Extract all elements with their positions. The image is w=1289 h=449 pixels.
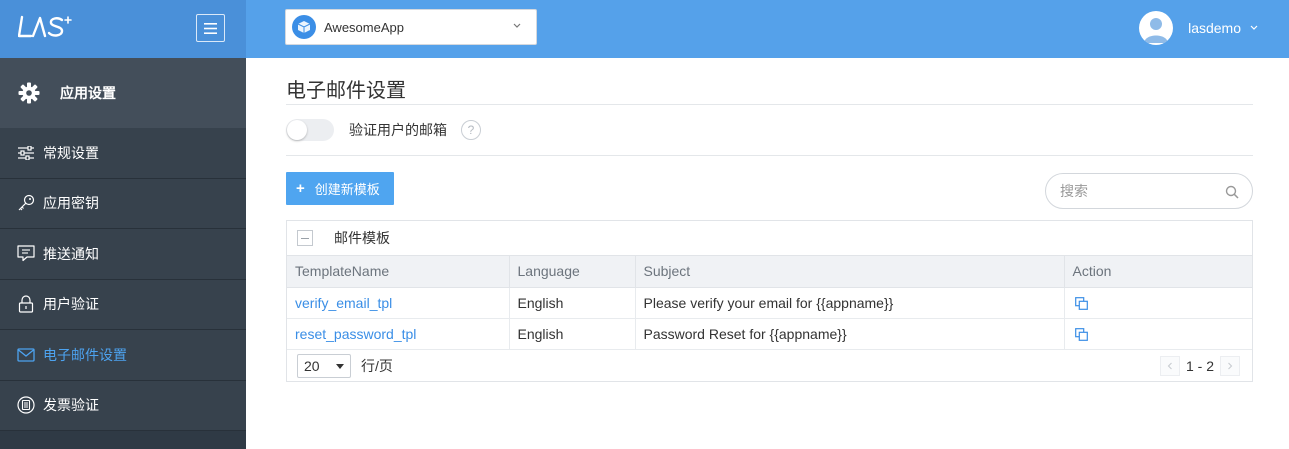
top-bar: AwesomeApp lasdemo bbox=[246, 0, 1289, 58]
sidebar-item-label: 常规设置 bbox=[43, 144, 99, 161]
username: lasdemo bbox=[1188, 20, 1241, 36]
subject-cell: Password Reset for {{appname}} bbox=[635, 318, 1065, 350]
plus-icon: + bbox=[296, 180, 305, 197]
sidebar-item-label: 推送通知 bbox=[43, 245, 99, 262]
mail-icon bbox=[16, 345, 35, 364]
template-table: TemplateName Language Subject Action ver… bbox=[287, 256, 1252, 350]
per-page-label: 行/页 bbox=[361, 358, 393, 374]
key-icon bbox=[16, 194, 35, 213]
create-template-button[interactable]: + 创建新模板 bbox=[286, 172, 394, 205]
sliders-icon bbox=[16, 143, 35, 162]
create-template-label: 创建新模板 bbox=[314, 182, 380, 197]
page-size-value: 20 bbox=[304, 358, 320, 374]
sidebar-item-label: 应用密钥 bbox=[43, 195, 99, 212]
language-cell: English bbox=[509, 318, 636, 350]
logo-area bbox=[0, 0, 246, 58]
receipt-icon bbox=[16, 396, 35, 415]
search-input[interactable] bbox=[1060, 183, 1220, 199]
sidebar-section-label: 应用设置 bbox=[60, 85, 116, 101]
sidebar-item-user-verification[interactable]: 用户验证 bbox=[0, 279, 246, 330]
copy-icon[interactable] bbox=[1074, 297, 1088, 311]
chevron-right-icon bbox=[1228, 362, 1233, 369]
caret-down-icon bbox=[336, 364, 344, 369]
template-table-panel: 邮件模板 TemplateName Language Subject Actio… bbox=[286, 220, 1253, 382]
divider bbox=[286, 155, 1253, 156]
column-header-language[interactable]: Language bbox=[509, 256, 636, 288]
prev-page-button[interactable] bbox=[1159, 355, 1180, 376]
sidebar-toggle-button[interactable] bbox=[196, 14, 225, 42]
pagination-bar: 20 行/页 1 - 2 bbox=[287, 350, 1252, 383]
template-name-link[interactable]: verify_email_tpl bbox=[295, 295, 392, 311]
toggle-knob bbox=[287, 120, 307, 140]
user-menu[interactable]: lasdemo bbox=[1139, 11, 1259, 45]
pager: 1 - 2 bbox=[1159, 355, 1240, 376]
page-title: 电子邮件设置 bbox=[286, 78, 406, 102]
column-header-template-name[interactable]: TemplateName bbox=[287, 256, 510, 288]
sidebar-item-invoice-verification[interactable]: 发票验证 bbox=[0, 380, 246, 431]
table-header-row: TemplateName Language Subject Action bbox=[287, 256, 1252, 288]
sidebar-item-email-settings[interactable]: 电子邮件设置 bbox=[0, 330, 246, 381]
message-icon bbox=[16, 244, 35, 263]
column-header-subject[interactable]: Subject bbox=[635, 256, 1065, 288]
chevron-left-icon bbox=[1167, 362, 1172, 369]
sidebar-item-label: 电子邮件设置 bbox=[43, 346, 127, 363]
sidebar-item-general[interactable]: 常规设置 bbox=[0, 128, 246, 179]
action-cell bbox=[1064, 318, 1252, 350]
chevron-down-icon bbox=[1250, 25, 1258, 30]
lock-icon bbox=[16, 295, 35, 314]
table-row: reset_password_tpl English Password Rese… bbox=[287, 318, 1252, 350]
template-name-link[interactable]: reset_password_tpl bbox=[295, 326, 416, 342]
chevron-down-icon bbox=[513, 23, 521, 28]
sidebar-section-header[interactable]: 应用设置 bbox=[0, 58, 246, 128]
selected-app-name: AwesomeApp bbox=[324, 19, 404, 35]
sidebar-item-label: 用户验证 bbox=[43, 296, 99, 313]
verify-email-setting: 验证用户的邮箱 ? bbox=[286, 119, 481, 141]
search-icon[interactable] bbox=[1225, 185, 1239, 199]
column-header-action: Action bbox=[1064, 256, 1252, 288]
language-cell: English bbox=[509, 287, 636, 319]
action-cell bbox=[1064, 287, 1252, 319]
divider bbox=[286, 104, 1253, 105]
subject-cell: Please verify your email for {{appname}} bbox=[635, 287, 1065, 319]
gear-icon bbox=[18, 82, 40, 104]
las-logo[interactable] bbox=[17, 14, 74, 43]
table-caption-title: 邮件模板 bbox=[334, 230, 390, 246]
hamburger-icon bbox=[204, 22, 217, 34]
verify-email-toggle[interactable] bbox=[286, 119, 334, 141]
app-root: AwesomeApp lasdemo 应用设置 常规设置 应用密钥 推送通知 用… bbox=[0, 0, 1289, 449]
help-icon[interactable]: ? bbox=[461, 120, 481, 140]
page-range: 1 - 2 bbox=[1185, 357, 1214, 374]
app-cube-icon bbox=[292, 15, 316, 39]
next-page-button[interactable] bbox=[1220, 355, 1240, 376]
avatar bbox=[1139, 11, 1174, 45]
user-icon bbox=[1144, 18, 1169, 43]
sidebar-item-app-keys[interactable]: 应用密钥 bbox=[0, 178, 246, 229]
app-selector[interactable]: AwesomeApp bbox=[285, 9, 537, 45]
sidebar: 应用设置 常规设置 应用密钥 推送通知 用户验证 电子邮件设置 发票验证 bbox=[0, 58, 246, 449]
table-caption: 邮件模板 bbox=[287, 221, 1252, 256]
copy-icon[interactable] bbox=[1074, 328, 1088, 342]
sidebar-item-label: 发票验证 bbox=[43, 397, 99, 414]
search-box bbox=[1045, 173, 1253, 209]
verify-email-label: 验证用户的邮箱 bbox=[349, 122, 447, 138]
collapse-icon[interactable] bbox=[297, 230, 313, 246]
sidebar-item-push-notifications[interactable]: 推送通知 bbox=[0, 229, 246, 280]
table-row: verify_email_tpl English Please verify y… bbox=[287, 287, 1252, 319]
page-size-select[interactable]: 20 bbox=[297, 354, 351, 378]
